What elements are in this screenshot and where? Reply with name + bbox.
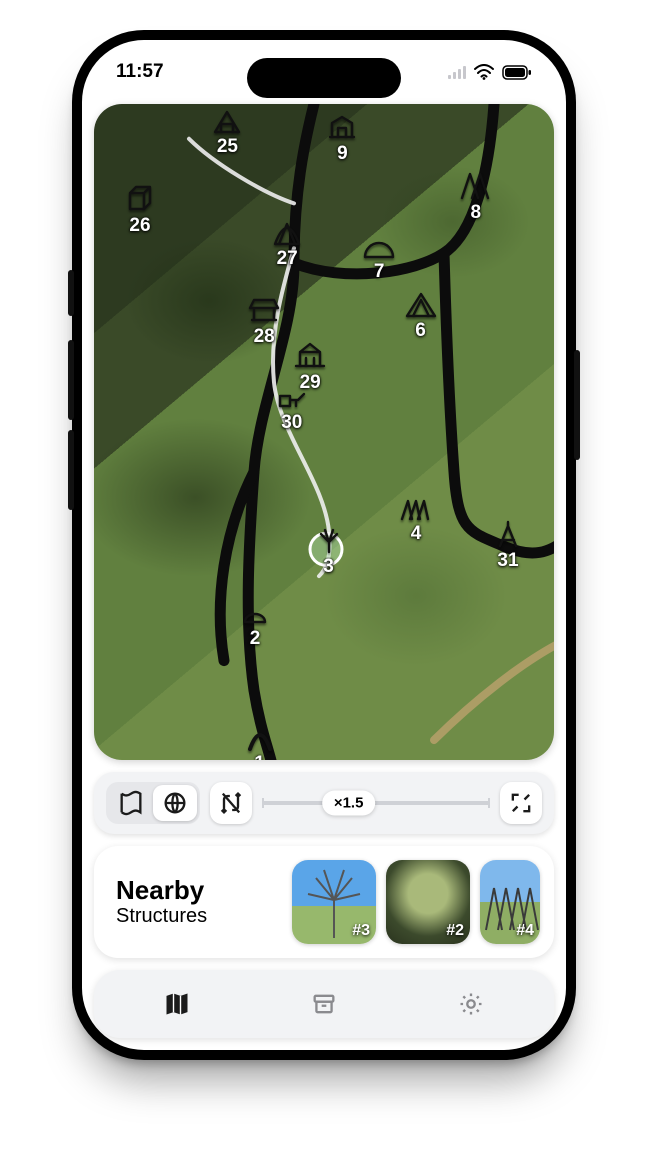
wings-icon — [402, 286, 440, 320]
map-layer-segment — [106, 782, 200, 824]
map-poi-label: 31 — [489, 550, 527, 572]
nearby-heading: Nearby Structures — [116, 876, 207, 929]
nearby-title: Nearby — [116, 876, 207, 906]
battery-icon — [502, 65, 532, 80]
phone-power-button — [574, 350, 580, 460]
pavilion-icon — [245, 292, 283, 326]
cube-frame-icon — [121, 181, 159, 215]
map-poi-26[interactable]: 26 — [121, 181, 159, 237]
tab-map[interactable] — [137, 984, 217, 1024]
tripod-icon — [489, 516, 527, 550]
machinery-icon — [273, 378, 311, 412]
zoom-value: ×1.5 — [322, 791, 376, 816]
map-poi-label: 25 — [208, 136, 246, 158]
nearby-thumb-rank: #2 — [446, 922, 464, 940]
route-toggle-button[interactable] — [210, 782, 252, 824]
fullscreen-button[interactable] — [500, 782, 542, 824]
map-poi-4[interactable]: 4 — [397, 489, 435, 545]
map-poi-label: 7 — [360, 261, 398, 283]
map-poi-28[interactable]: 28 — [245, 292, 283, 348]
map-poi-8[interactable]: 8 — [457, 168, 495, 224]
wifi-icon — [474, 64, 494, 80]
map-poi-label: 28 — [245, 326, 283, 348]
map-poi-31[interactable]: 31 — [489, 516, 527, 572]
bridge-frame-icon — [291, 338, 329, 372]
map-poi-label: 1 — [241, 753, 279, 760]
hut-icon — [208, 104, 246, 136]
map-poi-label: 3 — [310, 556, 348, 578]
cellular-icon — [448, 65, 466, 79]
tab-bar — [94, 970, 554, 1038]
tab-settings[interactable] — [431, 984, 511, 1024]
nearby-thumb-rank: #4 — [516, 922, 534, 940]
map-poi-label: 2 — [236, 628, 274, 650]
tab-archive[interactable] — [284, 984, 364, 1024]
nearby-thumb-3[interactable]: #3 — [292, 860, 376, 944]
map-poi-label: 26 — [121, 215, 159, 237]
lattice-dome-icon — [268, 214, 306, 248]
map-poi-7[interactable]: 7 — [360, 227, 398, 283]
arch-icon — [241, 719, 279, 753]
map-view[interactable]: 2592682772862930431321 — [94, 104, 554, 760]
status-time: 11:57 — [116, 61, 164, 83]
map-poi-30[interactable]: 30 — [273, 378, 311, 434]
map-poi-label: 30 — [273, 412, 311, 434]
nearby-thumb-4[interactable]: #4 — [480, 860, 540, 944]
turtle-icon — [236, 594, 274, 628]
phone-frame: 11:57 — [72, 30, 576, 1060]
layer-illustrated-button[interactable] — [109, 785, 153, 821]
spray-icon — [310, 522, 348, 556]
map-poi-label: 8 — [457, 202, 495, 224]
nearby-thumb-2[interactable]: #2 — [386, 860, 470, 944]
map-poi-label: 9 — [323, 143, 361, 165]
nearby-thumb-rank: #3 — [352, 922, 370, 940]
nearby-subtitle: Structures — [116, 905, 207, 928]
map-poi-label: 27 — [268, 248, 306, 270]
map-poi-27[interactable]: 27 — [268, 214, 306, 270]
nearby-card[interactable]: Nearby Structures #3 #2 #4 — [94, 846, 554, 958]
zoom-slider[interactable]: ×1.5 — [262, 801, 490, 805]
map-poi-label: 4 — [397, 523, 435, 545]
dome-icon — [360, 227, 398, 261]
spikes-icon — [457, 168, 495, 202]
phone-mute-switch — [68, 270, 74, 316]
layer-satellite-button[interactable] — [153, 785, 197, 821]
phone-volume-up — [68, 340, 74, 420]
phone-volume-down — [68, 430, 74, 510]
dynamic-island — [247, 58, 401, 98]
map-poi-25[interactable]: 25 — [208, 104, 246, 158]
map-poi-9[interactable]: 9 — [323, 109, 361, 165]
map-poi-1[interactable]: 1 — [241, 719, 279, 760]
zigzag-icon — [397, 489, 435, 523]
map-poi-6[interactable]: 6 — [402, 286, 440, 342]
map-poi-label: 6 — [402, 320, 440, 342]
map-controls: ×1.5 — [94, 772, 554, 834]
map-poi-2[interactable]: 2 — [236, 594, 274, 650]
shed-icon — [323, 109, 361, 143]
map-poi-3[interactable]: 3 — [310, 522, 348, 578]
